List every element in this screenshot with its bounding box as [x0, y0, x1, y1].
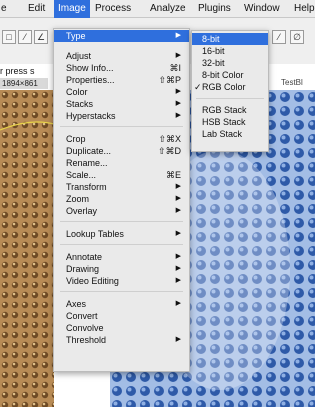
menu-separator — [196, 98, 264, 99]
submenu-arrow-icon: ▶ — [175, 253, 181, 260]
menu-item-type[interactable]: Type ▶ — [54, 30, 189, 42]
menu-bar: e Edit Image Process Analyze Plugins Win… — [0, 0, 315, 18]
submenu-arrow-icon: ▶ — [175, 183, 181, 190]
menu-separator — [60, 221, 183, 222]
menu-item-video-editing[interactable]: Video Editing ▶ — [54, 275, 189, 287]
submenu-arrow-icon: ▶ — [175, 112, 181, 119]
menu-separator — [60, 291, 183, 292]
menubar-item-image[interactable]: Image — [54, 0, 90, 18]
submenu-arrow-icon: ▶ — [175, 230, 181, 237]
submenu-arrow-icon: ▶ — [175, 100, 181, 107]
image-size-label: 1894×861 — [0, 78, 48, 89]
menu-item-adjust[interactable]: Adjust ▶ — [54, 50, 189, 62]
submenu-arrow-icon: ▶ — [175, 32, 181, 39]
menu-item-drawing[interactable]: Drawing ▶ — [54, 263, 189, 275]
submenu-item-rgb-color[interactable]: ✓ RGB Color — [192, 81, 268, 93]
status-text: r press s — [0, 66, 35, 76]
menu-separator — [60, 126, 183, 127]
menu-item-duplicate[interactable]: Duplicate... ⇧⌘D — [54, 145, 189, 157]
menu-item-stacks[interactable]: Stacks ▶ — [54, 98, 189, 110]
menubar-item-help[interactable]: Help — [294, 3, 315, 14]
menu-item-convolve[interactable]: Convolve — [54, 322, 189, 334]
submenu-arrow-icon: ▶ — [175, 195, 181, 202]
shortcut-label: ⌘I — [169, 63, 181, 73]
menu-item-show-info[interactable]: Show Info... ⌘I — [54, 62, 189, 74]
menu-item-annotate[interactable]: Annotate ▶ — [54, 251, 189, 263]
menubar-item-file[interactable]: e — [1, 3, 7, 14]
submenu-arrow-icon: ▶ — [175, 300, 181, 307]
menu-separator — [60, 244, 183, 245]
menubar-item-plugins[interactable]: Plugins — [198, 3, 231, 14]
submenu-arrow-icon: ▶ — [175, 277, 181, 284]
menu-item-scale[interactable]: Scale... ⌘E — [54, 169, 189, 181]
submenu-item-rgb-stack[interactable]: RGB Stack — [192, 104, 268, 116]
submenu-arrow-icon: ▶ — [175, 52, 181, 59]
image-panel-original[interactable] — [0, 90, 54, 407]
pencil-tool-icon[interactable]: ⁄ — [272, 30, 286, 44]
submenu-item-16-bit[interactable]: 16-bit — [192, 45, 268, 57]
menu-item-rename[interactable]: Rename... — [54, 157, 189, 169]
shortcut-label: ⇧⌘X — [158, 134, 181, 144]
submenu-arrow-icon: ▶ — [175, 336, 181, 343]
menu-item-convert[interactable]: Convert — [54, 310, 189, 322]
rectangle-tool-icon[interactable]: □ — [2, 30, 16, 44]
menu-item-threshold[interactable]: Threshold ▶ — [54, 334, 189, 346]
menubar-item-analyze[interactable]: Analyze — [150, 3, 186, 14]
menu-item-hyperstacks[interactable]: Hyperstacks ▶ — [54, 110, 189, 122]
shortcut-label: ⇧⌘D — [157, 146, 181, 156]
menu-item-zoom[interactable]: Zoom ▶ — [54, 193, 189, 205]
submenu-arrow-icon: ▶ — [175, 207, 181, 214]
shortcut-label: ⇧⌘P — [158, 75, 181, 85]
menu-item-axes[interactable]: Axes ▶ — [54, 298, 189, 310]
submenu-arrow-icon: ▶ — [175, 265, 181, 272]
submenu-item-8-bit-color[interactable]: 8-bit Color — [192, 69, 268, 81]
menu-item-overlay[interactable]: Overlay ▶ — [54, 205, 189, 217]
menu-item-transform[interactable]: Transform ▶ — [54, 181, 189, 193]
type-submenu: 8-bit 16-bit 32-bit 8-bit Color ✓ RGB Col… — [191, 30, 269, 152]
menubar-item-process[interactable]: Process — [95, 3, 131, 14]
menubar-item-window[interactable]: Window — [244, 3, 280, 14]
submenu-item-8-bit[interactable]: 8-bit — [192, 33, 268, 45]
brown-texture-image — [0, 90, 54, 407]
menu-item-crop[interactable]: Crop ⇧⌘X — [54, 133, 189, 145]
menu-item-lookup-tables[interactable]: Lookup Tables ▶ — [54, 228, 189, 240]
menubar-item-edit[interactable]: Edit — [28, 3, 45, 14]
submenu-arrow-icon: ▶ — [175, 88, 181, 95]
submenu-item-lab-stack[interactable]: Lab Stack — [192, 128, 268, 140]
image-menu: Type ▶ Adjust ▶ Show Info... ⌘I Properties.… — [53, 28, 190, 372]
screen: { "menubar": { "items": ["e", "Edit", "I… — [0, 0, 315, 407]
line-tool-icon[interactable]: ⁄ — [18, 30, 32, 44]
angle-tool-icon[interactable]: ∠ — [34, 30, 48, 44]
window-title: TestBl — [281, 78, 303, 87]
submenu-item-32-bit[interactable]: 32-bit — [192, 57, 268, 69]
shortcut-label: ⌘E — [165, 170, 181, 180]
checkmark-icon: ✓ — [194, 82, 202, 92]
menu-item-properties[interactable]: Properties... ⇧⌘P — [54, 74, 189, 86]
dropper-tool-icon[interactable]: ∅ — [290, 30, 304, 44]
menu-item-color[interactable]: Color ▶ — [54, 86, 189, 98]
submenu-item-hsb-stack[interactable]: HSB Stack — [192, 116, 268, 128]
